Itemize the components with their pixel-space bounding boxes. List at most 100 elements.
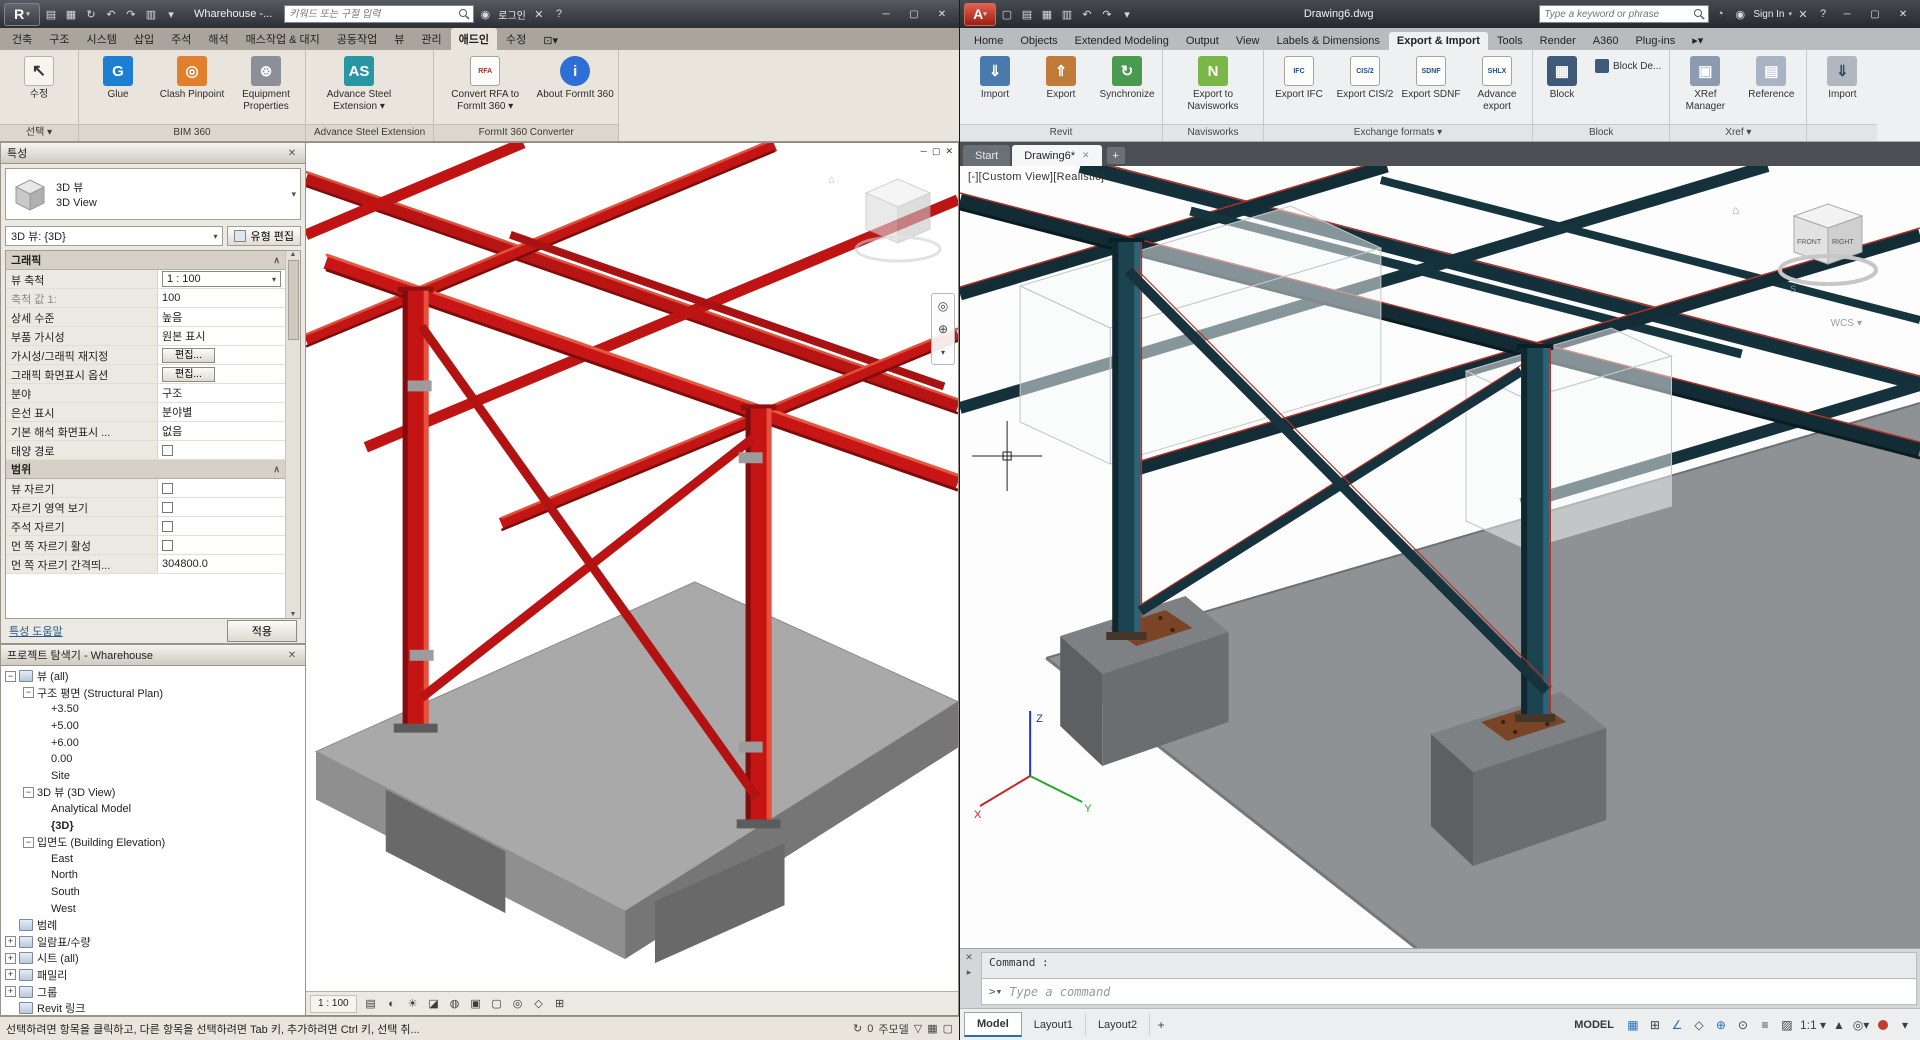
equipment-properties-button[interactable]: ⊛ Equipment Properties: [230, 53, 302, 115]
checkbox[interactable]: [162, 482, 173, 494]
filter-icon[interactable]: ▽: [914, 1022, 922, 1035]
sync-icon[interactable]: ↻: [82, 5, 100, 23]
properties-help-link[interactable]: 특성 도움말: [9, 623, 63, 639]
import-file-button[interactable]: ⇓ Import: [1810, 53, 1874, 104]
export-navisworks-button[interactable]: N Export to Navisworks: [1166, 53, 1260, 115]
revit-app-button[interactable]: R ▾: [4, 2, 40, 26]
tree-node-view[interactable]: Analytical Model: [1, 801, 305, 818]
ribbon-display-toggle-icon[interactable]: ⊡▾: [535, 31, 566, 50]
new-icon[interactable]: ▢: [998, 5, 1016, 23]
panel-label-select[interactable]: 선택 ▾: [0, 124, 78, 141]
tree-node-legends[interactable]: 범례: [1, 917, 305, 934]
file-tab-start[interactable]: Start: [963, 145, 1011, 166]
expand-icon[interactable]: +: [5, 986, 16, 998]
select-toggle-icon[interactable]: ▢: [943, 1022, 953, 1035]
qat-customize-icon[interactable]: ▾: [1118, 5, 1136, 23]
redo-icon[interactable]: ↷: [1098, 5, 1116, 23]
tab-annotate[interactable]: 주석: [163, 28, 199, 50]
layout-tab-layout1[interactable]: Layout1: [1022, 1013, 1086, 1036]
tree-node-current-view[interactable]: {3D}: [1, 817, 305, 834]
tree-node-level[interactable]: Site: [1, 768, 305, 785]
synchronize-button[interactable]: ↻ Synchronize: [1095, 53, 1159, 104]
tab-output[interactable]: Output: [1178, 32, 1227, 50]
snap-icon[interactable]: ⊞: [1644, 1014, 1666, 1036]
viewcube[interactable]: ⌂ FRONT RIGHT S: [1724, 194, 1894, 316]
redo-icon[interactable]: ↷: [122, 5, 140, 23]
visual-style-icon[interactable]: ◐: [382, 995, 402, 1013]
group-header-graphics[interactable]: 그래픽 ∧: [6, 251, 285, 270]
tab-view[interactable]: View: [1228, 32, 1268, 50]
new-layout-button[interactable]: +: [1150, 1014, 1172, 1036]
collapse-icon[interactable]: −: [5, 670, 16, 682]
layout-tab-layout2[interactable]: Layout2: [1086, 1013, 1151, 1036]
edit-button[interactable]: 편집...: [162, 347, 215, 363]
wrench-icon[interactable]: ▸: [967, 967, 972, 978]
tree-node-views[interactable]: − 뷰 (all): [1, 668, 305, 685]
show-crop-region-icon[interactable]: ▢: [487, 995, 507, 1013]
print-icon[interactable]: ▥: [142, 5, 160, 23]
close-icon[interactable]: ✕: [965, 952, 973, 963]
expand-icon[interactable]: +: [5, 969, 16, 981]
restore-button[interactable]: ▢: [901, 4, 927, 24]
view-minimize-icon[interactable]: ─: [921, 146, 927, 157]
annotation-visibility-icon[interactable]: ▲: [1828, 1014, 1850, 1036]
chevron-down-icon[interactable]: ▾: [291, 189, 296, 200]
scroll-up-icon[interactable]: ▲: [290, 251, 297, 258]
autocad-app-button[interactable]: A ▾: [964, 2, 996, 26]
new-drawing-tab-button[interactable]: +: [1106, 147, 1125, 164]
tab-extended-modeling[interactable]: Extended Modeling: [1067, 32, 1177, 50]
minimize-button[interactable]: ─: [1834, 4, 1860, 24]
tree-node-elevation[interactable]: South: [1, 884, 305, 901]
export-sdnf-button[interactable]: SDNF Export SDNF: [1399, 53, 1463, 104]
tab-export-import[interactable]: Export & Import: [1388, 32, 1488, 50]
import-button[interactable]: ⇓ Import: [963, 53, 1027, 104]
export-cis2-button[interactable]: CIS/2 Export CIS/2: [1333, 53, 1397, 104]
tab-modify[interactable]: 수정: [498, 28, 534, 50]
panel-label-formit[interactable]: FormIt 360 Converter: [434, 124, 619, 141]
reveal-hidden-elements-icon[interactable]: ◇: [529, 995, 549, 1013]
scrollbar[interactable]: ▲ ▼: [285, 251, 300, 618]
osnap-3d-icon[interactable]: ⊙: [1732, 1014, 1754, 1036]
search-input[interactable]: [285, 8, 459, 20]
tab-structure[interactable]: 구조: [41, 28, 77, 50]
checkbox[interactable]: [162, 444, 173, 456]
chevron-down-icon[interactable]: ▾: [933, 342, 953, 362]
undo-icon[interactable]: ↶: [1078, 5, 1096, 23]
command-input[interactable]: >▾ Type a command: [981, 979, 1917, 1005]
open-icon[interactable]: ▤: [1018, 5, 1036, 23]
tab-labels-dimensions[interactable]: Labels & Dimensions: [1269, 32, 1388, 50]
tab-objects[interactable]: Objects: [1012, 32, 1065, 50]
panel-label-revit[interactable]: Revit: [960, 124, 1162, 141]
group-header-extents[interactable]: 범위 ∧: [6, 460, 285, 479]
scroll-thumb[interactable]: [287, 260, 299, 340]
scale-control[interactable]: 1 : 100: [310, 994, 357, 1013]
panel-label-navisworks[interactable]: Navisworks: [1163, 124, 1263, 141]
autocad-viewport[interactable]: Z X Y [-][Custom View][Realistic] ⌂ FRON…: [960, 166, 1920, 948]
tab-a360[interactable]: A360: [1585, 32, 1627, 50]
minimize-button[interactable]: ─: [873, 4, 899, 24]
tree-node-level[interactable]: +5.00: [1, 718, 305, 735]
export-button[interactable]: ⇑ Export: [1029, 53, 1093, 104]
collapse-icon[interactable]: ∧: [273, 255, 280, 266]
tab-addins[interactable]: 애드인: [450, 28, 498, 50]
wcs-selector[interactable]: WCS ▾: [1831, 318, 1862, 329]
apply-button[interactable]: 적용: [226, 620, 297, 642]
shadows-icon[interactable]: ◪: [424, 995, 444, 1013]
tree-node-families[interactable]: + 패밀리: [1, 967, 305, 984]
checkbox[interactable]: [162, 539, 173, 551]
tree-node-3d-views[interactable]: −3D 뷰 (3D View): [1, 784, 305, 801]
convert-rfa-button[interactable]: RFA Convert RFA to FormIt 360 ▾: [437, 53, 533, 115]
close-button[interactable]: ✕: [929, 4, 955, 24]
layout-tab-model[interactable]: Model: [964, 1012, 1022, 1037]
tab-collaborate[interactable]: 공동작업: [329, 28, 385, 50]
zoom-icon[interactable]: ⊕: [933, 319, 953, 339]
clash-pinpoint-button[interactable]: ◎ Clash Pinpoint: [156, 53, 228, 104]
export-ifc-button[interactable]: IFC Export IFC: [1267, 53, 1331, 104]
tab-insert[interactable]: 삽입: [126, 28, 162, 50]
view-restore-icon[interactable]: ▢: [932, 146, 941, 157]
select-toggle-icon[interactable]: ▦: [927, 1022, 937, 1035]
exchange-apps-icon[interactable]: ✕: [1794, 5, 1812, 23]
block-button[interactable]: ▦ Block: [1536, 53, 1588, 104]
glue-button[interactable]: G Glue: [82, 53, 154, 104]
worksharing-icon[interactable]: ↻: [853, 1022, 862, 1035]
